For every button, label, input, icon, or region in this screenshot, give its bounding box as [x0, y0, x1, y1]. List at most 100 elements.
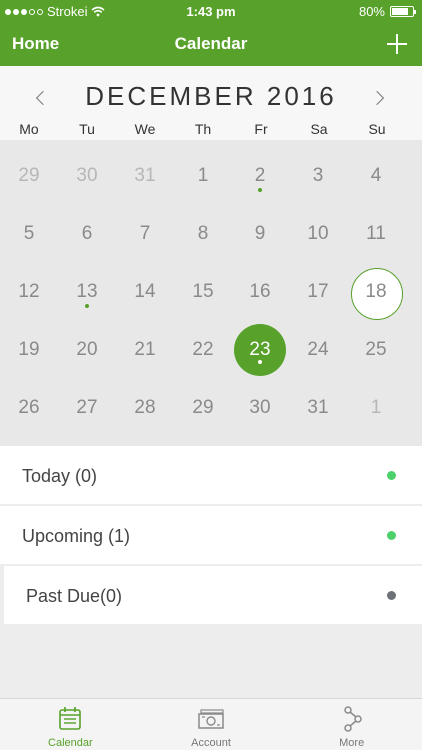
day-cell[interactable]: 9 [231, 198, 289, 256]
day-cell[interactable]: 16 [231, 256, 289, 314]
task-summary-label: Past Due(0) [26, 586, 123, 606]
day-cell[interactable]: 30 [58, 140, 116, 198]
day-number: 29 [192, 397, 214, 418]
weekday-label: Mo [19, 121, 39, 137]
tab-more[interactable]: More [281, 699, 422, 750]
event-dot [258, 188, 262, 192]
weekday-label: Sa [310, 121, 328, 137]
task-summary-row[interactable]: Past Due(0) [4, 566, 422, 624]
selected-day-cell[interactable]: 23 [231, 314, 289, 376]
day-number: 8 [197, 223, 209, 244]
battery-icon [390, 6, 416, 17]
day-number: 18 [365, 281, 387, 302]
calendar-grid: 29 30 31 1 2 3 4 5 6 7 8 9 10 11 12 13 14 15 16 17 18 19 20 21 2… [0, 140, 422, 446]
tab-label: Calendar [48, 737, 93, 749]
day-number: 30 [249, 397, 271, 418]
task-summary-row[interactable]: Upcoming (1) [0, 506, 422, 564]
day-cell[interactable]: 3 [289, 140, 347, 198]
weekday-label: Fr [254, 121, 268, 137]
day-number: 23 [249, 339, 271, 360]
day-number: 4 [370, 165, 382, 186]
day-number: 24 [307, 339, 329, 360]
day-cell[interactable]: 8 [174, 198, 232, 256]
day-cell[interactable]: 19 [0, 314, 58, 372]
day-cell[interactable]: 21 [116, 314, 174, 372]
day-cell[interactable]: 31 [116, 140, 174, 198]
day-number: 29 [18, 165, 40, 186]
day-number: 21 [134, 339, 156, 360]
day-cell[interactable]: 12 [0, 256, 58, 314]
tab-label: Account [191, 737, 231, 749]
task-summary-label: Today (0) [22, 466, 98, 486]
day-cell[interactable]: 30 [231, 372, 289, 430]
day-cell[interactable]: 22 [174, 314, 232, 372]
weekday-label: Th [194, 121, 212, 137]
day-number: 10 [307, 223, 329, 244]
weekday-label: Tu [79, 121, 95, 137]
month-title: DECEMBER 2016 [85, 81, 337, 111]
chevron-right-icon[interactable] [366, 84, 394, 112]
day-number: 15 [192, 281, 214, 302]
day-cell[interactable]: 25 [347, 314, 405, 372]
status-bar: Strokei 1:43 pm 80% [0, 0, 422, 22]
day-cell[interactable]: 13 [58, 256, 116, 314]
status-dot-icon [387, 531, 396, 540]
day-number: 2 [254, 165, 266, 186]
month-header: DECEMBER 2016 Mo Tu We Th Fr Sa Su [0, 66, 422, 140]
day-cell[interactable]: 10 [289, 198, 347, 256]
day-number: 14 [134, 281, 156, 302]
day-number: 3 [312, 165, 324, 186]
day-cell[interactable]: 1 [174, 140, 232, 198]
day-number: 13 [76, 281, 98, 302]
day-cell[interactable]: 4 [347, 140, 405, 198]
day-cell[interactable]: 24 [289, 314, 347, 372]
day-cell[interactable]: 31 [289, 372, 347, 430]
day-number: 31 [134, 165, 156, 186]
day-cell[interactable]: 29 [0, 140, 58, 198]
day-number: 22 [192, 339, 214, 360]
day-cell[interactable]: 20 [58, 314, 116, 372]
day-number: 26 [18, 397, 40, 418]
day-cell[interactable]: 17 [289, 256, 347, 314]
task-summary-row[interactable]: Today (0) [0, 446, 422, 504]
weekday-label: Su [368, 121, 386, 137]
day-cell[interactable]: 14 [116, 256, 174, 314]
day-number: 1 [197, 165, 209, 186]
day-cell[interactable]: 7 [116, 198, 174, 256]
home-button[interactable]: Home [12, 34, 59, 54]
day-cell[interactable]: 5 [0, 198, 58, 256]
battery-info: 80% [359, 4, 416, 19]
day-number: 11 [366, 223, 386, 244]
event-dot [85, 304, 89, 308]
day-cell[interactable]: 1 [347, 372, 405, 430]
plus-icon[interactable] [382, 26, 412, 62]
nav-bar: Home Calendar [0, 22, 422, 66]
tab-account[interactable]: Account [141, 699, 282, 750]
day-number: 30 [76, 165, 98, 186]
status-dot-icon [387, 471, 396, 480]
today-day-cell[interactable]: 18 [347, 256, 405, 320]
tab-bar: Calendar Account More [0, 698, 422, 750]
day-cell[interactable]: 15 [174, 256, 232, 314]
day-number: 7 [139, 223, 151, 244]
weekday-row: Mo Tu We Th Fr Sa Su [0, 121, 422, 137]
tab-calendar[interactable]: Calendar [0, 699, 141, 750]
day-number: 6 [81, 223, 93, 244]
day-cell[interactable]: 29 [174, 372, 232, 430]
day-cell[interactable]: 6 [58, 198, 116, 256]
day-number: 19 [18, 339, 40, 360]
event-dot [258, 360, 262, 364]
day-cell[interactable]: 26 [0, 372, 58, 430]
status-dot-icon [387, 591, 396, 600]
day-cell[interactable]: 27 [58, 372, 116, 430]
day-cell[interactable]: 2 [231, 140, 289, 198]
task-summary-label: Upcoming (1) [22, 526, 131, 546]
day-cell[interactable]: 28 [116, 372, 174, 430]
calendar-icon [56, 705, 84, 738]
day-number: 17 [307, 281, 329, 302]
day-number: 5 [23, 223, 35, 244]
day-number: 9 [254, 223, 266, 244]
day-cell[interactable]: 11 [347, 198, 405, 256]
day-number: 27 [76, 397, 98, 418]
tab-label: More [339, 737, 365, 749]
